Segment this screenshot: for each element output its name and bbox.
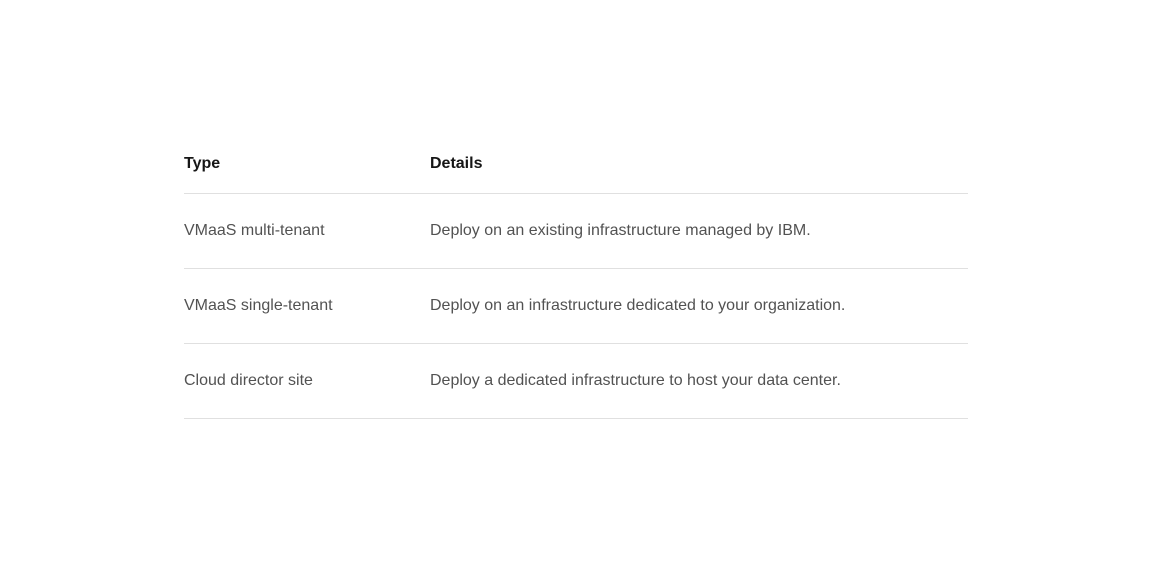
cell-type: VMaaS single-tenant: [184, 269, 414, 344]
header-details: Details: [414, 155, 968, 194]
table-row: VMaaS multi-tenant Deploy on an existing…: [184, 194, 968, 269]
header-type: Type: [184, 155, 414, 194]
cell-details: Deploy on an existing infrastructure man…: [414, 194, 968, 269]
table-container: Type Details VMaaS multi-tenant Deploy o…: [184, 155, 968, 419]
provisioning-table: Type Details VMaaS multi-tenant Deploy o…: [184, 155, 968, 419]
cell-details: Deploy a dedicated infrastructure to hos…: [414, 344, 968, 419]
cell-type: Cloud director site: [184, 344, 414, 419]
cell-details: Deploy on an infrastructure dedicated to…: [414, 269, 968, 344]
table-header-row: Type Details: [184, 155, 968, 194]
cell-type: VMaaS multi-tenant: [184, 194, 414, 269]
table-row: VMaaS single-tenant Deploy on an infrast…: [184, 269, 968, 344]
table-row: Cloud director site Deploy a dedicated i…: [184, 344, 968, 419]
